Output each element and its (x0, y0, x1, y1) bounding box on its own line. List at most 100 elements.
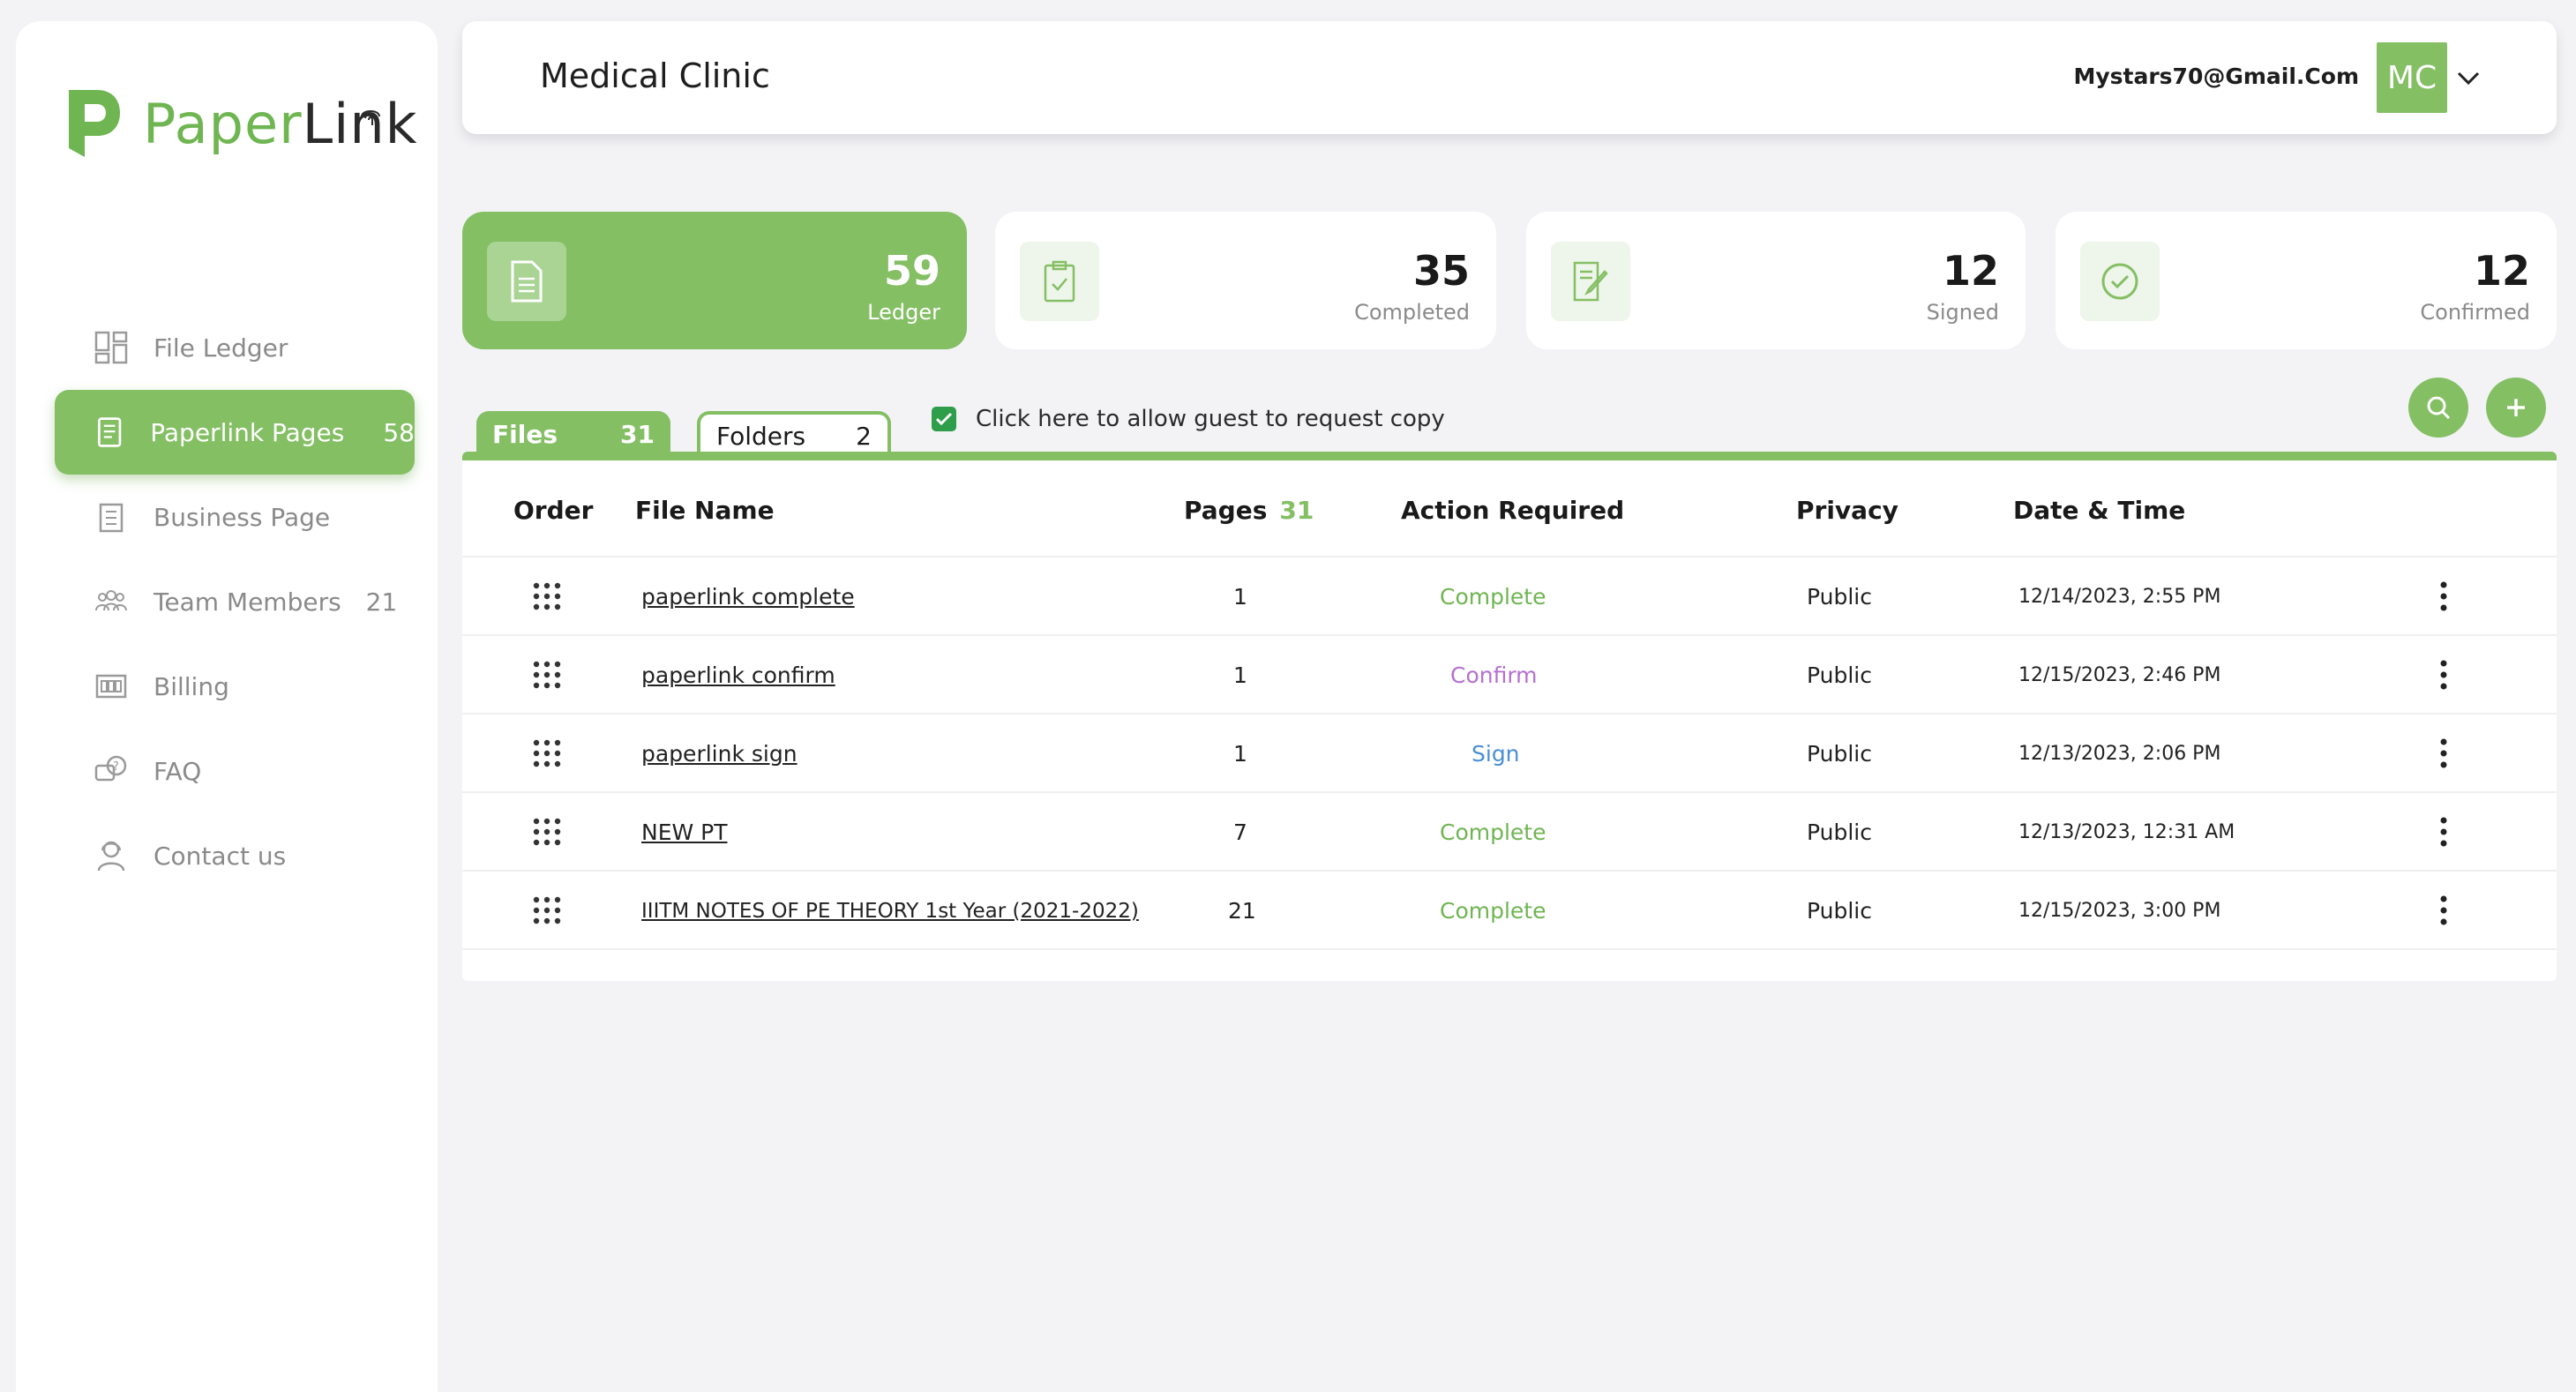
action-status[interactable]: Complete (1440, 819, 1546, 845)
privacy-cell: Public (1807, 898, 1872, 924)
drag-handle-icon[interactable] (531, 816, 563, 848)
search-icon (2427, 396, 2451, 420)
sidebar: PaperLink File Ledger Paperlink Pages 58… (16, 21, 438, 1392)
sidebar-item-faq[interactable]: ? FAQ (55, 729, 415, 813)
clipboard-check-icon (1044, 260, 1075, 303)
drag-handle-icon[interactable] (531, 894, 563, 926)
drag-handle-icon[interactable] (531, 659, 563, 691)
more-options-icon[interactable] (2438, 894, 2449, 926)
col-pages[interactable]: Pages 31 (1184, 496, 1314, 525)
file-name-link[interactable]: paperlink complete (641, 584, 855, 610)
privacy-cell: Public (1807, 819, 1872, 845)
table-row[interactable]: paperlink sign 1 Sign Public 12/13/2023,… (462, 715, 2557, 793)
col-pages-label: Pages (1184, 496, 1268, 525)
tab-label: Files (492, 419, 558, 449)
stat-card-confirmed[interactable]: 12 Confirmed (2056, 212, 2557, 349)
table-header: Order File Name Pages 31 Action Required … (462, 460, 2557, 558)
stat-value: 12 (1942, 247, 1999, 295)
table-row[interactable]: NEW PT 7 Complete Public 12/13/2023, 12:… (462, 793, 2557, 872)
table-row[interactable]: paperlink confirm 1 Confirm Public 12/15… (462, 636, 2557, 715)
stat-icon-box (2080, 242, 2160, 321)
stat-card-ledger[interactable]: 59 Ledger (462, 212, 967, 349)
sidebar-item-paperlink-pages[interactable]: Paperlink Pages 58 (55, 390, 415, 475)
stat-label: Completed (1354, 300, 1470, 325)
guest-copy-label: Click here to allow guest to request cop… (976, 406, 1445, 432)
sidebar-item-business-page[interactable]: Business Page (55, 475, 415, 559)
plus-icon (2507, 399, 2525, 416)
col-action-required[interactable]: Action Required (1401, 496, 1624, 525)
tab-files[interactable]: Files 31 (476, 411, 670, 457)
logo-mark-icon (69, 90, 120, 157)
chevron-down-icon[interactable] (2456, 71, 2481, 86)
faq-icon: ? (94, 755, 127, 782)
guest-copy-checkbox[interactable] (932, 407, 956, 431)
sidebar-nav: File Ledger Paperlink Pages 58 Business … (55, 305, 415, 898)
building-icon (99, 503, 124, 533)
stat-card-signed[interactable]: 12 Signed (1526, 212, 2026, 349)
sidebar-item-team-members[interactable]: Team Members 21 (55, 559, 415, 644)
tab-count: 2 (856, 421, 872, 451)
pages-cell: 7 (1233, 819, 1247, 845)
sidebar-item-label: FAQ (154, 756, 202, 786)
team-icon (95, 590, 127, 611)
col-order[interactable]: Order (513, 496, 593, 525)
check-circle-icon (2101, 263, 2138, 300)
col-file-name[interactable]: File Name (635, 496, 775, 525)
privacy-cell: Public (1807, 741, 1872, 767)
table-row[interactable]: IIITM NOTES OF PE THEORY 1st Year (2021-… (462, 872, 2557, 950)
pages-cell: 1 (1233, 662, 1247, 688)
action-status[interactable]: Confirm (1450, 662, 1538, 688)
sidebar-item-label: File Ledger (154, 333, 288, 363)
pages-cell: 1 (1233, 584, 1247, 610)
file-name-link[interactable]: IIITM NOTES OF PE THEORY 1st Year (2021-… (641, 900, 1139, 923)
guest-copy-toggle[interactable]: Click here to allow guest to request cop… (932, 406, 1445, 432)
action-status[interactable]: Complete (1440, 584, 1546, 610)
app-root: PaperLink File Ledger Paperlink Pages 58… (0, 0, 2576, 1392)
datetime-cell: 12/15/2023, 2:46 PM (2018, 664, 2221, 686)
sidebar-item-count: 58 (383, 417, 415, 447)
tab-label: Folders (716, 421, 806, 451)
sidebar-item-label: Team Members (154, 587, 341, 617)
drag-handle-icon[interactable] (531, 737, 563, 769)
signature-icon (1573, 261, 1608, 302)
add-button[interactable] (2486, 378, 2546, 438)
datetime-cell: 12/14/2023, 2:55 PM (2018, 586, 2221, 608)
action-status[interactable]: Sign (1471, 741, 1520, 767)
more-options-icon[interactable] (2438, 816, 2449, 848)
stat-value: 35 (1412, 247, 1470, 295)
svg-text:?: ? (113, 760, 119, 774)
more-options-icon[interactable] (2438, 580, 2449, 612)
privacy-cell: Public (1807, 662, 1872, 688)
search-button[interactable] (2408, 378, 2468, 438)
billing-icon (95, 674, 127, 699)
document-icon (511, 260, 543, 303)
fingerprint-icon (361, 110, 380, 125)
file-name-link[interactable]: paperlink sign (641, 741, 798, 767)
table-row[interactable]: paperlink complete 1 Complete Public 12/… (462, 558, 2557, 636)
sidebar-item-label: Business Page (154, 502, 331, 532)
stat-value: 59 (883, 247, 940, 295)
stat-card-completed[interactable]: 35 Completed (995, 212, 1496, 349)
pages-cell: 1 (1233, 741, 1247, 767)
drag-handle-icon[interactable] (531, 580, 563, 612)
sidebar-item-label: Billing (154, 671, 229, 701)
sidebar-item-contact-us[interactable]: Contact us (55, 813, 415, 898)
pages-cell: 21 (1228, 898, 1256, 924)
file-name-link[interactable]: NEW PT (641, 819, 728, 845)
privacy-cell: Public (1807, 584, 1872, 610)
col-privacy[interactable]: Privacy (1796, 496, 1898, 525)
file-name-link[interactable]: paperlink confirm (641, 662, 835, 688)
tab-folders[interactable]: Folders 2 (697, 411, 891, 457)
paperlink-logo[interactable]: PaperLink (62, 86, 418, 161)
col-date-time[interactable]: Date & Time (2013, 496, 2185, 525)
checkmark-icon (935, 412, 953, 426)
more-options-icon[interactable] (2438, 659, 2449, 691)
sidebar-item-file-ledger[interactable]: File Ledger (55, 305, 415, 390)
action-status[interactable]: Complete (1440, 898, 1546, 924)
stat-label: Ledger (867, 300, 940, 325)
sidebar-item-label: Paperlink Pages (150, 417, 345, 447)
datetime-cell: 12/13/2023, 12:31 AM (2018, 821, 2235, 843)
avatar[interactable]: MC (2377, 42, 2447, 113)
more-options-icon[interactable] (2438, 737, 2449, 769)
sidebar-item-billing[interactable]: Billing (55, 644, 415, 729)
